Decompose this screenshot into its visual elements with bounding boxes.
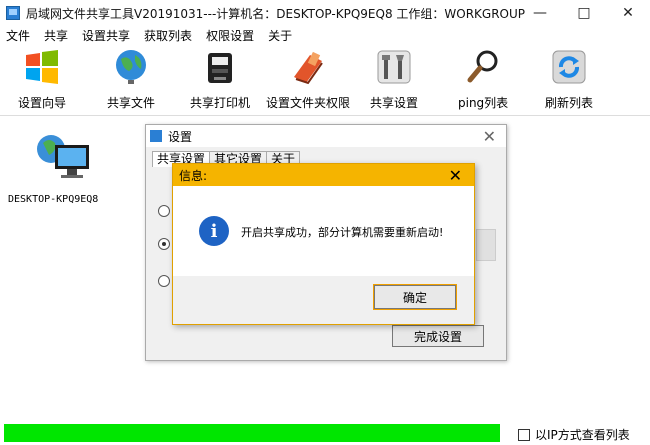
status-bar: 以IP方式查看列表	[0, 422, 650, 445]
info-dialog-close-button[interactable]: ✕	[449, 166, 462, 185]
app-icon	[6, 6, 20, 20]
tools-icon	[374, 46, 414, 88]
ip-view-checkbox[interactable]	[518, 428, 530, 441]
magnifier-icon	[463, 46, 503, 88]
computer-name: DESKTOP-KPQ9EQ8	[8, 194, 99, 205]
refresh-list-label: 刷新列表	[545, 96, 594, 110]
info-dialog-title: 信息:	[179, 168, 208, 183]
ok-button[interactable]: 确定	[373, 284, 457, 310]
share-files-button[interactable]: 共享文件	[107, 46, 155, 111]
menu-file[interactable]: 文件	[6, 27, 30, 44]
info-dialog-body: i 开启共享成功，部分计算机需要重新启动!	[173, 186, 474, 276]
folder-permissions-label: 设置文件夹权限	[266, 96, 351, 110]
ping-list-button[interactable]: ping列表	[458, 46, 508, 111]
share-option-radio-2[interactable]	[158, 238, 170, 250]
wizard-label: 设置向导	[18, 96, 67, 110]
share-option-radio-1[interactable]	[158, 205, 170, 217]
menu-share[interactable]: 共享	[44, 27, 68, 44]
ping-list-label: ping列表	[458, 96, 509, 110]
settings-title: 设置	[168, 129, 193, 144]
computer-item[interactable]: DESKTOP-KPQ9EQ8	[8, 127, 118, 205]
settings-close-button[interactable]: ✕	[483, 127, 496, 146]
folder-book-icon	[288, 46, 328, 88]
computer-icon	[33, 135, 93, 186]
refresh-list-button[interactable]: 刷新列表	[545, 46, 593, 111]
share-printer-button[interactable]: 共享打印机	[190, 46, 250, 111]
toolbar: 设置向导 共享文件 共享打印机 设置文件夹权限 共享设置 ping列表 刷新列表	[0, 44, 650, 116]
menu-permissions[interactable]: 权限设置	[206, 27, 254, 44]
share-settings-label: 共享设置	[370, 96, 419, 110]
printer-icon	[200, 46, 240, 88]
menu-bar: 文件 共享 设置共享 获取列表 权限设置 关于	[0, 26, 650, 44]
share-printer-label: 共享打印机	[190, 96, 251, 110]
globe-icon	[111, 46, 151, 88]
share-settings-button[interactable]: 共享设置	[370, 46, 418, 111]
window-title: 局域网文件共享工具V20191031---计算机名：DESKTOP-KPQ9EQ…	[26, 6, 526, 21]
option-panel-edge	[476, 229, 496, 261]
ip-view-toggle[interactable]: 以IP方式查看列表	[518, 426, 630, 443]
title-bar: 局域网文件共享工具V20191031---计算机名：DESKTOP-KPQ9EQ…	[0, 0, 650, 26]
close-button[interactable]: ✕	[606, 0, 650, 26]
wizard-button[interactable]: 设置向导	[18, 46, 66, 111]
menu-set-share[interactable]: 设置共享	[82, 27, 130, 44]
finish-settings-button[interactable]: 完成设置	[392, 325, 484, 347]
windows-logo-icon	[22, 46, 62, 88]
share-option-radio-3[interactable]	[158, 275, 170, 287]
refresh-icon	[549, 46, 589, 88]
info-dialog: 信息: ✕ i 开启共享成功，部分计算机需要重新启动! 确定	[172, 163, 475, 325]
info-dialog-title-bar: 信息:	[173, 164, 474, 186]
minimize-button[interactable]: —	[518, 0, 562, 26]
info-icon: i	[199, 216, 229, 246]
progress-fill	[4, 424, 500, 442]
menu-get-list[interactable]: 获取列表	[144, 27, 192, 44]
share-files-label: 共享文件	[107, 96, 156, 110]
settings-title-bar: 设置 ✕	[146, 125, 506, 147]
progress-bar	[4, 424, 500, 442]
window-controls: — □ ✕	[518, 0, 650, 26]
folder-permissions-button[interactable]: 设置文件夹权限	[266, 46, 350, 111]
menu-about[interactable]: 关于	[268, 27, 292, 44]
info-message: 开启共享成功，部分计算机需要重新启动!	[241, 226, 444, 239]
ip-view-label: 以IP方式查看列表	[535, 428, 630, 442]
settings-dialog-icon	[150, 130, 162, 142]
maximize-button[interactable]: □	[562, 0, 606, 26]
